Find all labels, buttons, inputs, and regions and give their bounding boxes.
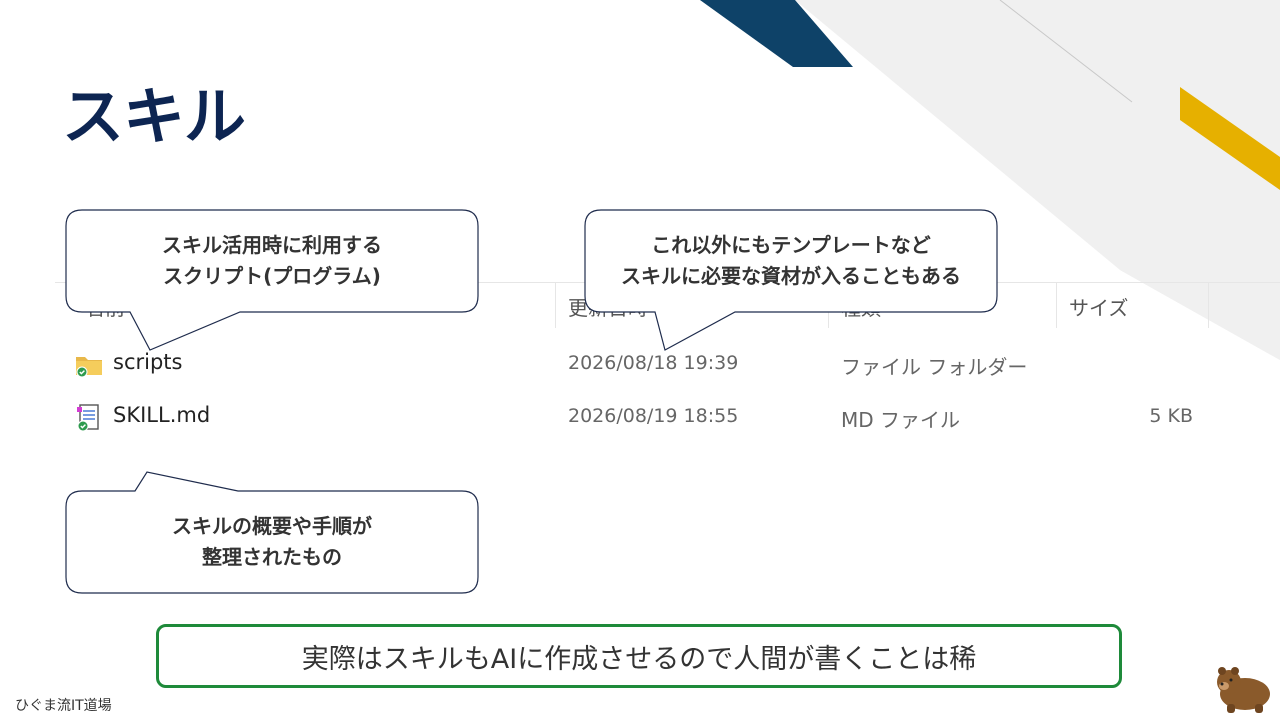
callout-line: 整理されたもの (202, 545, 342, 569)
callout-line: スキル活用時に利用する (162, 233, 382, 257)
callout-skillmd-text: スキルの概要や手順が 整理されたもの (66, 511, 478, 573)
callout-shapes (65, 209, 998, 594)
callout-line: これ以外にもテンプレートなど (651, 233, 931, 257)
callout-line: スキルに必要な資材が入ることもある (621, 264, 961, 288)
callout-others-text: これ以外にもテンプレートなど スキルに必要な資材が入ることもある (585, 230, 997, 292)
bear-mascot-icon (1217, 667, 1270, 713)
summary-banner: 実際はスキルもAIに作成させるので人間が書くことは稀 (156, 624, 1122, 688)
footer-brand: ひぐま流IT道場 (15, 698, 112, 714)
callout-scripts-text: スキル活用時に利用する スクリプト(プログラム) (66, 230, 478, 292)
callout-line: スクリプト(プログラム) (163, 264, 381, 288)
callout-line: スキルの概要や手順が (172, 514, 372, 538)
